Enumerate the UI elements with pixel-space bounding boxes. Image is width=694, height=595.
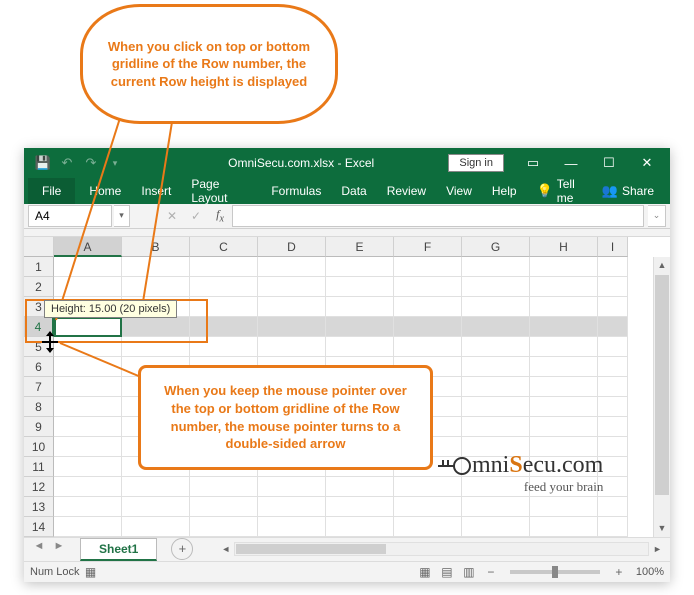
maximize-icon[interactable]: ☐: [590, 148, 628, 178]
col-header[interactable]: H: [530, 237, 598, 257]
status-bar: Num Lock ▦ ▦ ▤ ▥ − + 100%: [24, 561, 670, 582]
tab-home[interactable]: Home: [79, 178, 131, 204]
view-normal-icon[interactable]: ▦: [414, 565, 436, 579]
redo-icon[interactable]: ↷: [82, 154, 100, 172]
callout-bottom: When you keep the mouse pointer over the…: [138, 365, 433, 470]
col-header[interactable]: E: [326, 237, 394, 257]
fx-icon[interactable]: fx: [208, 207, 232, 224]
zoom-out-icon[interactable]: −: [480, 565, 502, 579]
vertical-scrollbar[interactable]: ▲ ▼: [653, 257, 670, 537]
save-icon[interactable]: 💾: [34, 154, 52, 172]
tab-insert[interactable]: Insert: [131, 178, 181, 204]
tab-view[interactable]: View: [436, 178, 482, 204]
bulb-icon: 💡: [537, 183, 553, 199]
scroll-left-icon[interactable]: ◄: [217, 544, 234, 554]
name-box[interactable]: A4: [28, 205, 112, 227]
scroll-thumb[interactable]: [655, 275, 669, 495]
col-header[interactable]: I: [598, 237, 628, 257]
tellme-button[interactable]: 💡Tell me: [527, 178, 588, 204]
select-all-corner[interactable]: [24, 237, 54, 257]
cancel-formula-icon[interactable]: ✕: [160, 209, 184, 223]
tab-pagelayout[interactable]: Page Layout: [181, 178, 261, 204]
zoom-in-icon[interactable]: +: [608, 565, 630, 579]
row-header[interactable]: 7: [24, 377, 54, 397]
namebox-dropdown-icon[interactable]: ▾: [114, 205, 130, 227]
col-header[interactable]: C: [190, 237, 258, 257]
hscroll-thumb[interactable]: [236, 544, 386, 554]
formula-bar-expand-icon[interactable]: ⌄: [648, 205, 666, 227]
share-icon: 👥: [602, 183, 618, 199]
row-header[interactable]: 9: [24, 417, 54, 437]
share-button[interactable]: 👥Share: [592, 178, 664, 204]
horizontal-scrollbar[interactable]: ◄ ►: [217, 542, 666, 556]
confirm-formula-icon[interactable]: ✓: [184, 209, 208, 223]
row-header[interactable]: 2: [24, 277, 54, 297]
callout-top: When you click on top or bottom gridline…: [80, 4, 338, 124]
row-header[interactable]: 1: [24, 257, 54, 277]
add-sheet-icon[interactable]: +: [171, 538, 193, 560]
col-header[interactable]: D: [258, 237, 326, 257]
omnisecu-logo: mniSecu.com feed your brain: [438, 452, 603, 495]
sheet-tab-bar: ◄ ► Sheet1 + ◄ ►: [24, 537, 670, 561]
tab-formulas[interactable]: Formulas: [261, 178, 331, 204]
tab-review[interactable]: Review: [377, 178, 436, 204]
minimize-icon[interactable]: —: [552, 148, 590, 178]
zoom-slider[interactable]: [510, 570, 600, 574]
row-header[interactable]: 6: [24, 357, 54, 377]
column-headers: A B C D E F G H I: [24, 237, 670, 257]
row-header[interactable]: 13: [24, 497, 54, 517]
window-title: OmniSecu.com.xlsx - Excel: [124, 156, 448, 170]
numlock-label: Num Lock: [30, 566, 80, 578]
row-header[interactable]: 11: [24, 457, 54, 477]
row-header[interactable]: 14: [24, 517, 54, 537]
row-header[interactable]: 12: [24, 477, 54, 497]
formula-bar-row: A4 ▾ ✕ ✓ fx ⌄: [24, 204, 670, 229]
tab-help[interactable]: Help: [482, 178, 527, 204]
scroll-down-icon[interactable]: ▼: [654, 520, 670, 537]
row-header[interactable]: 10: [24, 437, 54, 457]
qat-dropdown-icon[interactable]: ▾: [106, 154, 124, 172]
col-header[interactable]: A: [54, 237, 122, 257]
undo-icon[interactable]: ↶: [58, 154, 76, 172]
zoom-level[interactable]: 100%: [636, 566, 664, 578]
row-header[interactable]: 8: [24, 397, 54, 417]
callout-top-text: When you click on top or bottom gridline…: [103, 38, 315, 91]
ribbon-options-icon[interactable]: ▭: [514, 148, 552, 178]
tab-data[interactable]: Data: [331, 178, 376, 204]
signin-button[interactable]: Sign in: [448, 154, 504, 172]
view-pagebreak-icon[interactable]: ▥: [458, 565, 480, 579]
row-height-tooltip: Height: 15.00 (20 pixels): [44, 300, 177, 318]
sheet-nav-next-icon[interactable]: ►: [50, 540, 68, 558]
col-header[interactable]: F: [394, 237, 462, 257]
resize-cursor-icon: [38, 331, 62, 353]
sheet-nav-prev-icon[interactable]: ◄: [30, 540, 48, 558]
formula-bar[interactable]: [232, 205, 644, 227]
view-pagelayout-icon[interactable]: ▤: [436, 565, 458, 579]
tab-file[interactable]: File: [28, 178, 75, 204]
ribbon-tabs: File Home Insert Page Layout Formulas Da…: [24, 178, 670, 204]
macro-record-icon[interactable]: ▦: [80, 565, 102, 579]
sheet-tab[interactable]: Sheet1: [80, 538, 157, 561]
col-header[interactable]: G: [462, 237, 530, 257]
callout-bottom-text: When you keep the mouse pointer over the…: [155, 382, 416, 452]
scroll-right-icon[interactable]: ►: [649, 544, 666, 554]
titlebar: 💾 ↶ ↷ ▾ OmniSecu.com.xlsx - Excel Sign i…: [24, 148, 670, 178]
scroll-up-icon[interactable]: ▲: [654, 257, 670, 274]
col-header[interactable]: B: [122, 237, 190, 257]
close-icon[interactable]: ✕: [628, 148, 666, 178]
